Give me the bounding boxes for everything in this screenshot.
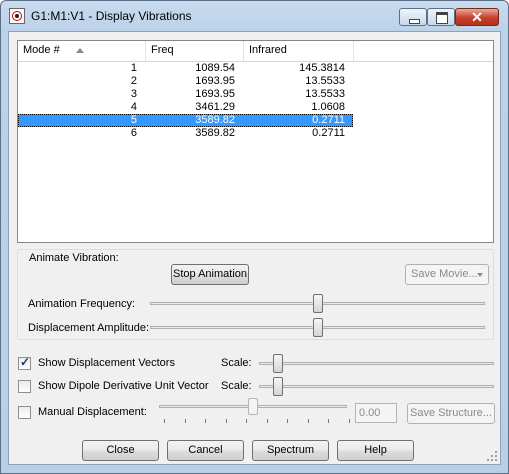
- sort-ascending-icon: [76, 48, 84, 53]
- tick-mark: [246, 419, 247, 423]
- displacement-amplitude-slider[interactable]: [313, 318, 323, 337]
- cell-ir: 0.2711: [312, 127, 345, 139]
- table-row[interactable]: 6 3589.82 0.2711: [18, 127, 493, 140]
- show-dipole-vector-checkbox[interactable]: ✓: [18, 380, 31, 393]
- manual-displacement-label: Manual Displacement:: [38, 406, 147, 418]
- displacement-scale-track: [259, 362, 494, 365]
- save-structure-button[interactable]: Save Structure...: [407, 403, 495, 424]
- table-row[interactable]: 3 1693.95 13.5533: [18, 88, 493, 101]
- cancel-button[interactable]: Cancel: [167, 440, 244, 461]
- maximize-button[interactable]: [427, 8, 455, 26]
- manual-displacement-slider[interactable]: [248, 398, 258, 415]
- cell-freq: 1693.95: [195, 88, 235, 100]
- minimize-button[interactable]: [399, 8, 427, 26]
- show-dipole-vector-label: Show Dipole Derivative Unit Vector: [38, 380, 209, 392]
- table-row[interactable]: 1 1089.54 145.3814: [18, 62, 493, 75]
- tick-mark: [184, 419, 186, 423]
- cell-mode: 1: [130, 62, 137, 74]
- window-title: G1:M1:V1 - Display Vibrations: [31, 9, 192, 23]
- tick-mark: [328, 419, 329, 423]
- displacement-scale-slider[interactable]: [273, 354, 283, 373]
- dipole-scale-label: Scale:: [221, 380, 252, 392]
- cell-ir: 13.5533: [305, 88, 345, 100]
- cell-mode: 5: [130, 114, 137, 126]
- resize-grip-icon[interactable]: [487, 451, 497, 461]
- column-header-freq[interactable]: Freq: [146, 41, 244, 61]
- manual-displacement-value[interactable]: 0.00: [355, 403, 397, 423]
- tick-mark: [287, 419, 288, 423]
- cell-freq: 1693.95: [195, 75, 235, 87]
- cell-freq: 3589.82: [195, 127, 235, 139]
- close-button[interactable]: Close: [82, 440, 159, 461]
- tick-mark: [164, 419, 165, 423]
- table-row[interactable]: 4 3461.29 1.0608: [18, 101, 493, 114]
- cell-mode: 4: [130, 101, 137, 113]
- stop-animation-button[interactable]: Stop Animation: [171, 264, 249, 285]
- list-header: Mode # Freq Infrared: [18, 41, 493, 62]
- cell-ir: 0.2711: [312, 114, 345, 126]
- cell-mode: 3: [130, 88, 137, 100]
- displacement-scale-label: Scale:: [221, 357, 252, 369]
- cell-ir: 1.0608: [311, 101, 345, 113]
- animation-frequency-slider[interactable]: [313, 294, 323, 313]
- save-movie-button[interactable]: Save Movie...: [405, 264, 489, 285]
- dipole-scale-slider[interactable]: [273, 377, 283, 396]
- vibration-modes-list[interactable]: Mode # Freq Infrared 1 1089.54 145.3814 2 16…: [17, 40, 494, 243]
- column-header-mode[interactable]: Mode #: [18, 41, 146, 61]
- table-row[interactable]: 5 3589.82 0.2711: [18, 114, 493, 127]
- tick-mark: [205, 419, 206, 423]
- animation-frequency-label: Animation Frequency:: [28, 298, 135, 310]
- cell-mode: 6: [130, 127, 137, 139]
- dialog-body: Mode # Freq Infrared 1 1089.54 145.3814 2 16…: [8, 31, 501, 465]
- cell-freq: 3461.29: [195, 101, 235, 113]
- animate-vibration-label: Animate Vibration:: [27, 252, 121, 264]
- maximize-icon: [436, 12, 448, 24]
- spectrum-button[interactable]: Spectrum: [252, 440, 329, 461]
- dipole-scale-track: [259, 385, 494, 388]
- column-header-infrared[interactable]: Infrared: [244, 41, 354, 61]
- help-button[interactable]: Help: [337, 440, 414, 461]
- display-vibrations-window: G1:M1:V1 - Display Vibrations ✕ Mode # F…: [0, 0, 509, 474]
- cell-freq: 1089.54: [195, 62, 235, 74]
- manual-displacement-checkbox[interactable]: ✓: [18, 406, 31, 419]
- tick-mark: [307, 419, 309, 423]
- show-displacement-vectors-checkbox[interactable]: ✓: [18, 355, 31, 370]
- displacement-amplitude-label: Displacement Amplitude:: [28, 322, 150, 334]
- show-displacement-vectors-label: Show Displacement Vectors: [38, 357, 175, 369]
- tick-mark: [225, 419, 227, 423]
- cell-freq: 3589.82: [195, 114, 235, 126]
- checkmark-icon: ✓: [20, 355, 31, 369]
- tick-mark: [348, 419, 350, 423]
- cell-mode: 2: [130, 75, 137, 87]
- title-bar[interactable]: G1:M1:V1 - Display Vibrations ✕: [1, 1, 508, 31]
- cell-ir: 145.3814: [299, 62, 345, 74]
- table-row[interactable]: 2 1693.95 13.5533: [18, 75, 493, 88]
- tick-mark: [266, 419, 268, 423]
- close-icon: ✕: [471, 9, 483, 25]
- minimize-icon: [409, 19, 420, 24]
- close-window-button[interactable]: ✕: [455, 8, 499, 26]
- app-icon[interactable]: [9, 8, 25, 24]
- chevron-down-icon: [477, 273, 483, 277]
- cell-ir: 13.5533: [305, 75, 345, 87]
